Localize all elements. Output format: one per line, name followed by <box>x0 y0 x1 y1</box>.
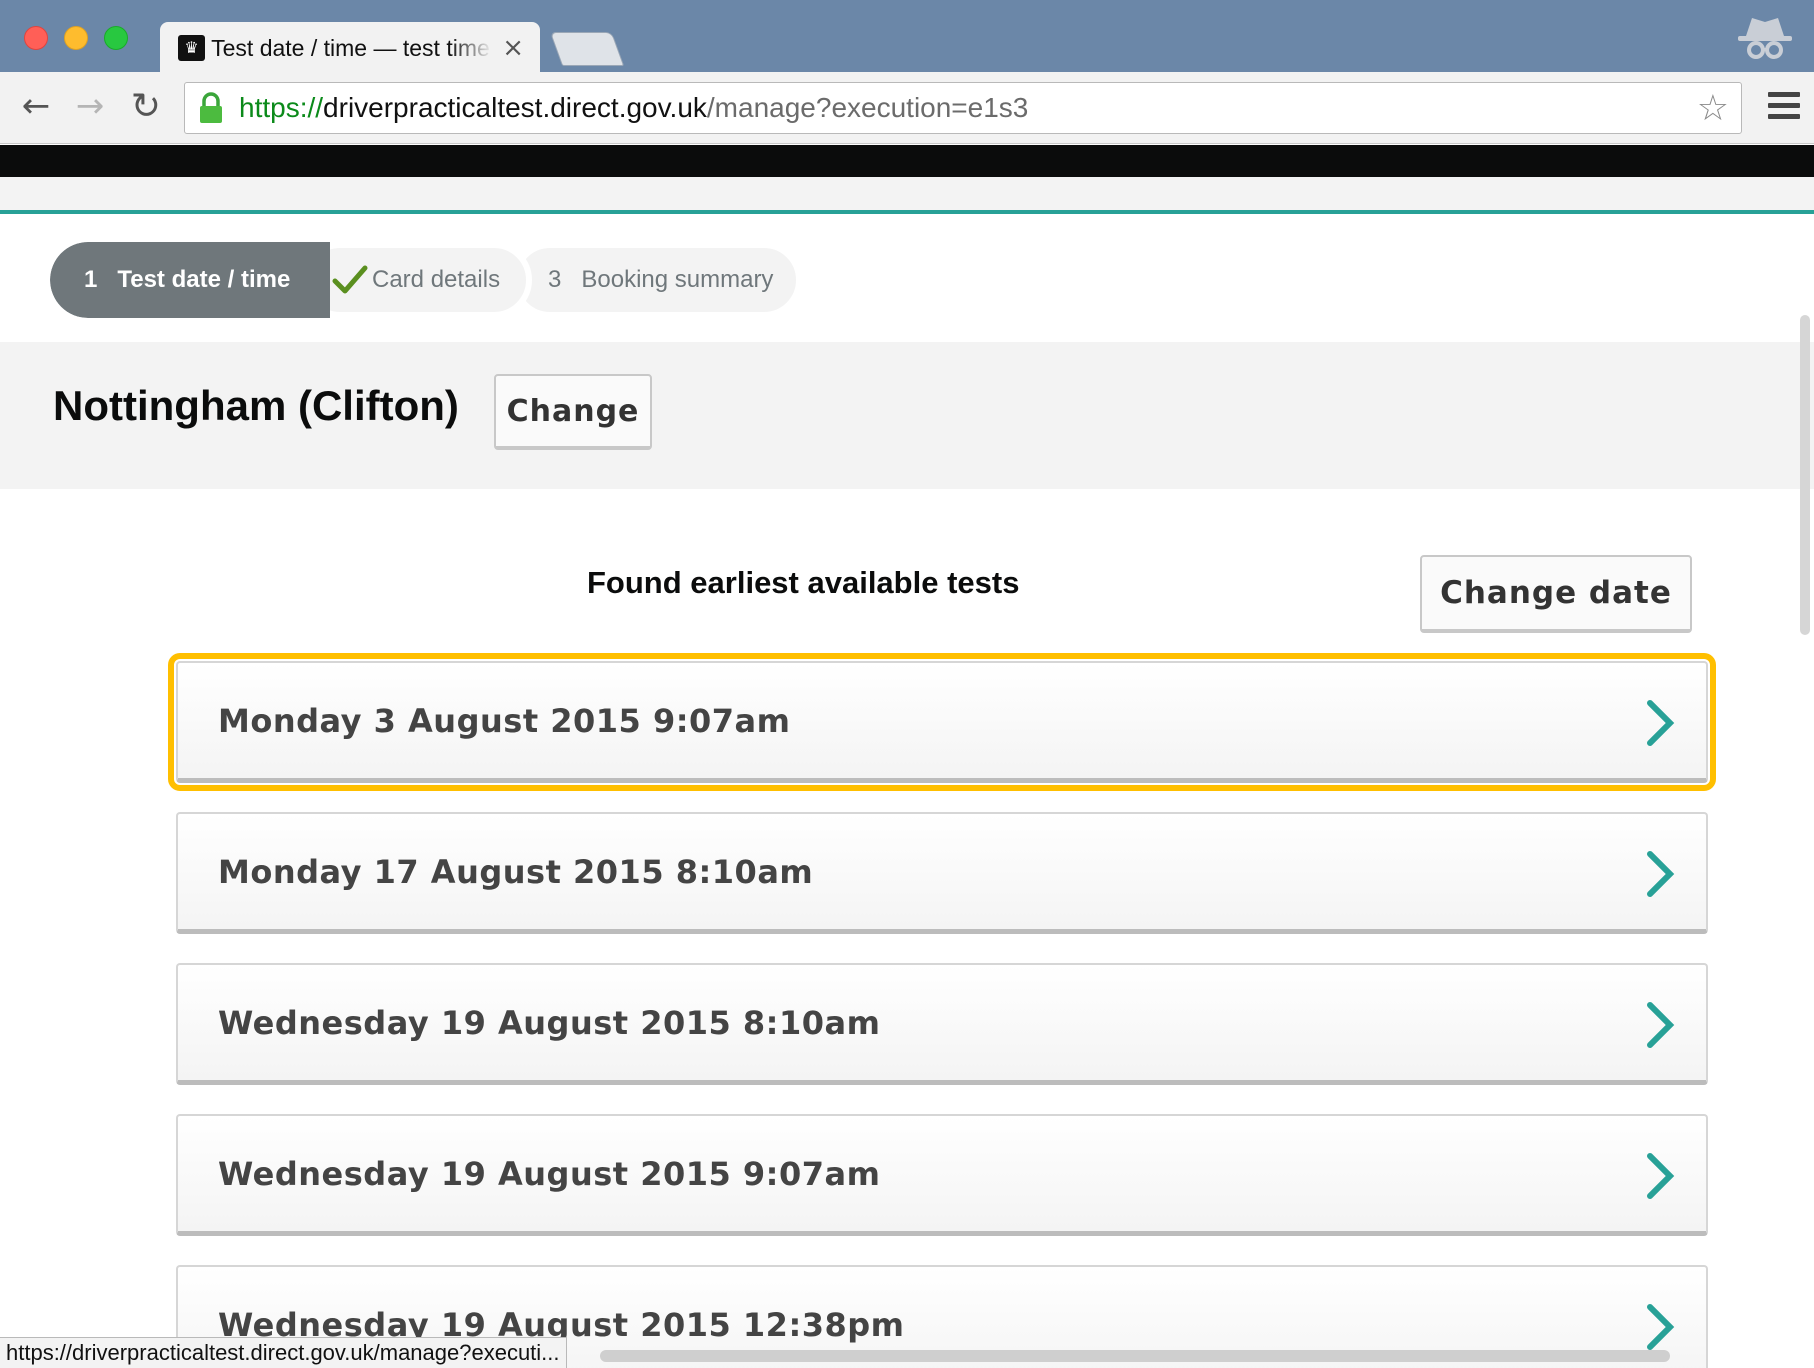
slot-label: Wednesday 19 August 2015 9:07am <box>218 1154 881 1193</box>
browser-titlebar: ♛ Test date / time — test time × <box>0 0 1814 74</box>
step-number: 3 <box>548 266 562 293</box>
chevron-right-icon <box>1647 1304 1675 1350</box>
step-card-details: Card details <box>302 242 532 318</box>
new-tab-button[interactable] <box>549 32 625 66</box>
minimize-window-button[interactable] <box>64 26 88 50</box>
reload-icon[interactable]: ↻ <box>124 84 168 128</box>
back-arrow-icon[interactable]: ← <box>14 84 58 128</box>
browser-menu-icon[interactable] <box>1768 92 1800 122</box>
address-bar[interactable]: https://driverpracticaltest.direct.gov.u… <box>184 82 1742 134</box>
crown-icon: ♛ <box>178 35 206 61</box>
test-centre-name: Nottingham (Clifton) <box>53 382 459 429</box>
page-viewport: 1 Test date / time Card details 3 Bookin… <box>0 145 1814 1368</box>
step-number: 1 <box>84 266 98 293</box>
slot-button[interactable]: Wednesday 19 August 2015 8:10am <box>176 963 1708 1085</box>
change-date-button[interactable]: Change date <box>1420 555 1692 633</box>
close-window-button[interactable] <box>24 26 48 50</box>
url-path: /manage?execution=e1s3 <box>706 92 1029 123</box>
slot-button[interactable]: Monday 17 August 2015 8:10am <box>176 812 1708 934</box>
forward-arrow-icon[interactable]: → <box>68 84 112 128</box>
url-host: driverpracticaltest.direct.gov.uk <box>323 92 707 123</box>
step-booking-summary: 3 Booking summary <box>512 242 802 318</box>
lock-icon <box>200 92 222 123</box>
govuk-header <box>0 145 1814 177</box>
change-centre-button[interactable]: Change <box>494 374 652 450</box>
incognito-icon <box>1738 18 1792 59</box>
results-heading: Found earliest available tests <box>587 565 1020 600</box>
step-label: Test date / time <box>117 266 291 293</box>
chevron-right-icon <box>1647 1002 1675 1048</box>
test-centre-bar: Nottingham (Clifton) Change <box>0 342 1814 489</box>
slot-label: Wednesday 19 August 2015 8:10am <box>218 1003 881 1042</box>
slot-button[interactable]: Wednesday 19 August 2015 9:07am <box>176 1114 1708 1236</box>
progress-steps: 1 Test date / time Card details 3 Bookin… <box>0 214 1814 342</box>
tab-close-icon[interactable]: × <box>502 33 524 63</box>
maximize-window-button[interactable] <box>104 26 128 50</box>
chevron-right-icon <box>1647 1153 1675 1199</box>
vertical-scrollbar[interactable] <box>1800 315 1810 635</box>
header-rule <box>0 177 1814 214</box>
slot-label: Monday 3 August 2015 9:07am <box>218 701 791 740</box>
step-label: Card details <box>372 266 501 293</box>
url-scheme: https:// <box>239 92 324 123</box>
browser-toolbar: ← → ↻ https://driverpracticaltest.direct… <box>0 72 1814 144</box>
chevron-right-icon <box>1647 851 1675 897</box>
chevron-right-icon <box>1647 700 1675 746</box>
url-text: https://driverpracticaltest.direct.gov.u… <box>239 92 1028 124</box>
browser-tab[interactable]: ♛ Test date / time — test time × <box>160 22 540 74</box>
slot-button[interactable]: Monday 3 August 2015 9:07am <box>168 653 1716 791</box>
tab-title: Test date / time — test time <box>211 34 490 61</box>
bookmark-star-icon[interactable]: ☆ <box>1697 91 1729 127</box>
horizontal-scrollbar[interactable] <box>600 1350 1670 1362</box>
status-url-bubble: https://driverpracticaltest.direct.gov.u… <box>0 1337 567 1368</box>
step-test-date-time: 1 Test date / time <box>50 242 330 318</box>
checkmark-icon <box>332 265 368 294</box>
step-label: Booking summary <box>581 266 774 293</box>
slot-label: Monday 17 August 2015 8:10am <box>218 852 814 891</box>
